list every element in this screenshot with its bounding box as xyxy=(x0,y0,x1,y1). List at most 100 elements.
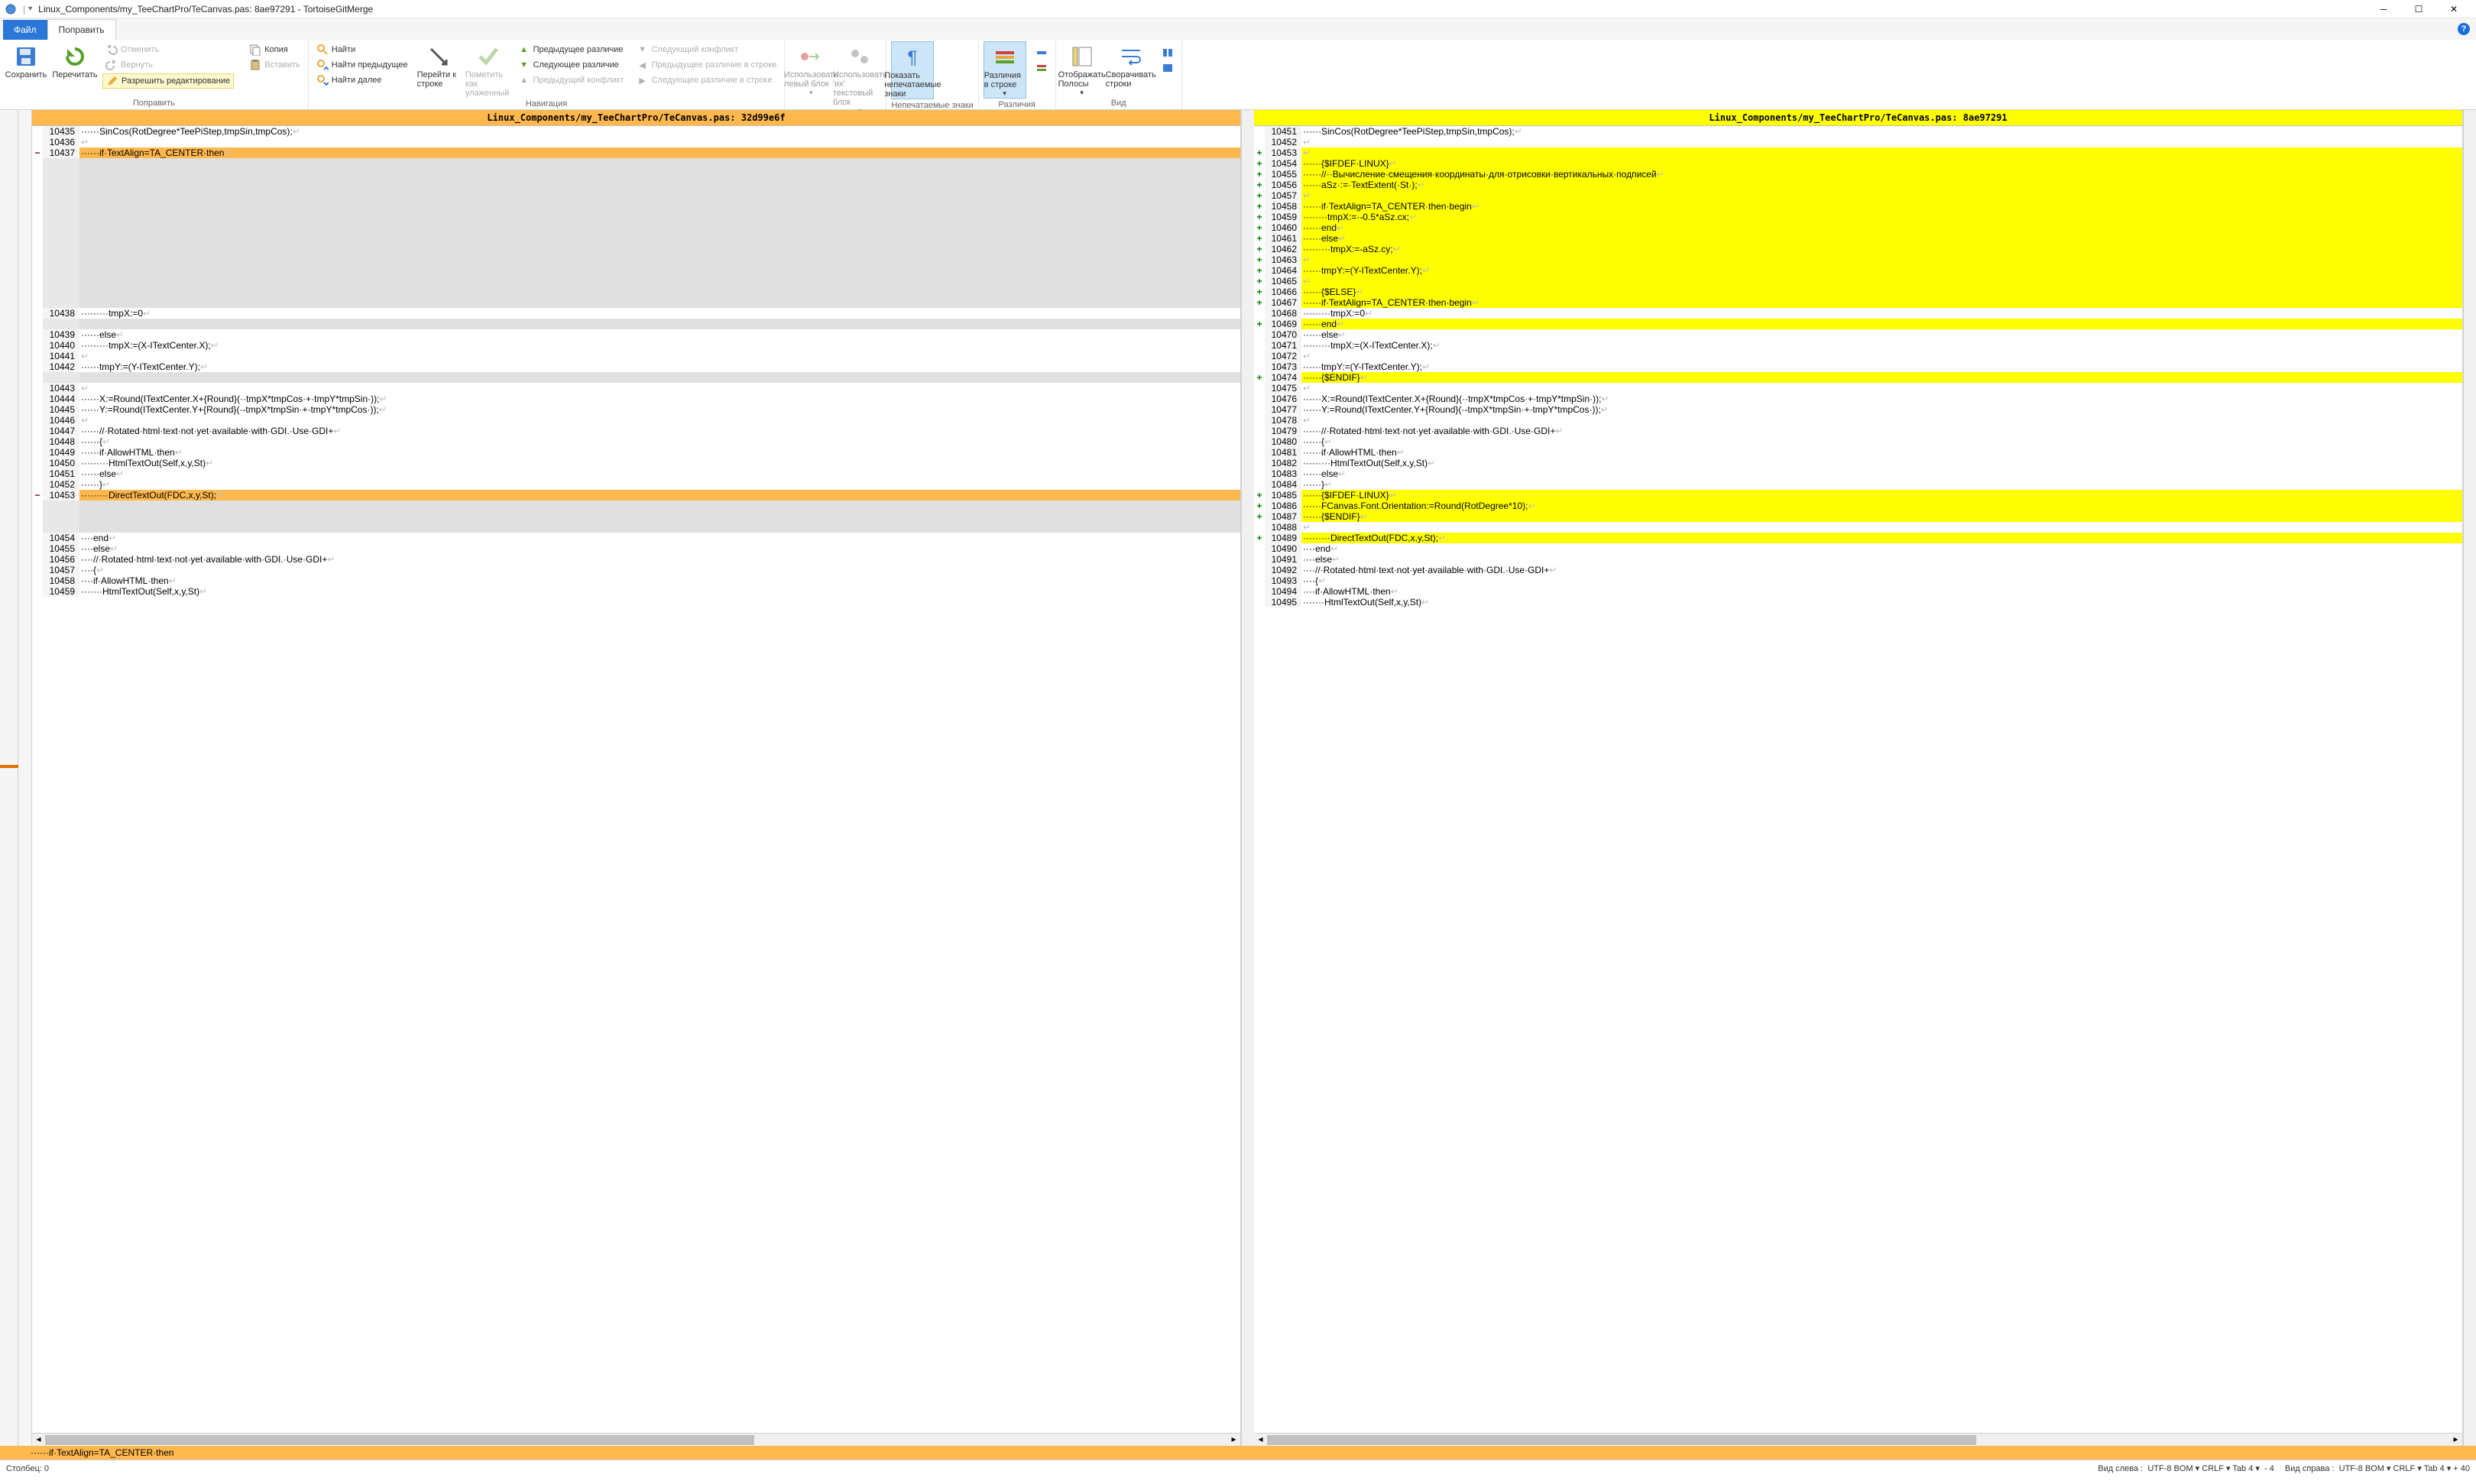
code-row[interactable]: 10484······}↵ xyxy=(1254,479,2462,490)
view-opt2-button[interactable] xyxy=(1159,61,1177,75)
code-row[interactable] xyxy=(32,297,1240,308)
show-whitespace-button[interactable]: ¶Показать непечатаемые знаки xyxy=(891,41,934,99)
code-row[interactable] xyxy=(32,222,1240,233)
code-row[interactable]: 10450·········HtmlTextOut(Self,x,y,St)↵ xyxy=(32,458,1240,468)
reload-button[interactable]: Перечитать xyxy=(53,41,96,79)
prev-inline-diff-button[interactable]: ◀Предыдущее различие в строке xyxy=(634,58,780,72)
next-conflict-button[interactable]: ▼Следующий конфликт xyxy=(634,43,780,57)
code-row[interactable]: 10483······else↵ xyxy=(1254,468,2462,479)
use-their-block-button[interactable]: Использовать 'их' текстовый блок▾ xyxy=(838,41,881,115)
code-row[interactable]: −10437······if·TextAlign=TA_CENTER·then↵ xyxy=(32,147,1240,158)
diff-opt2-button[interactable] xyxy=(1032,61,1051,75)
undo-button[interactable]: Отменить xyxy=(102,43,234,57)
next-inline-diff-button[interactable]: ▶Следующее различие в строке xyxy=(634,73,780,87)
code-row[interactable]: 10478↵ xyxy=(1254,415,2462,426)
code-row[interactable]: 10481······if·AllowHTML·then↵ xyxy=(1254,447,2462,458)
code-row[interactable] xyxy=(32,201,1240,212)
code-row[interactable] xyxy=(32,254,1240,265)
goto-line-button[interactable]: Перейти к строке xyxy=(417,41,460,89)
minimize-button[interactable]: ─ xyxy=(2366,0,2401,18)
code-row[interactable] xyxy=(32,169,1240,180)
code-row[interactable]: +10454······{$IFDEF·LINUX}↵ xyxy=(1254,158,2462,169)
code-row[interactable]: 10495·······HtmlTextOut(Self,x,y,St)↵ xyxy=(1254,597,2462,608)
paste-button[interactable]: Вставить xyxy=(246,58,303,72)
code-row[interactable] xyxy=(32,501,1240,511)
code-row[interactable]: 10435······SinCos(RotDegree*TeePiStep,tm… xyxy=(32,126,1240,137)
code-row[interactable]: +10465↵ xyxy=(1254,276,2462,287)
code-row[interactable]: +10486······FCanvas.Font.Orientation:=Ro… xyxy=(1254,501,2462,511)
code-row[interactable]: +10464······tmpY:=(Y-ITextCenter.Y);↵ xyxy=(1254,265,2462,276)
code-row[interactable]: 10443↵ xyxy=(32,383,1240,394)
code-row[interactable]: 10477······Y:=Round(ITextCenter.Y+{Round… xyxy=(1254,404,2462,415)
code-row[interactable] xyxy=(32,511,1240,522)
code-row[interactable] xyxy=(32,372,1240,383)
code-row[interactable]: 10456····//·Rotated·html·text·not·yet·av… xyxy=(32,554,1240,565)
code-row[interactable]: 10451······SinCos(RotDegree*TeePiStep,tm… xyxy=(1254,126,2462,137)
code-row[interactable]: 10475↵ xyxy=(1254,383,2462,394)
code-row[interactable]: 10470······else↵ xyxy=(1254,329,2462,340)
code-row[interactable]: +10487······{$ENDIF}↵ xyxy=(1254,511,2462,522)
code-row[interactable]: +10456······aSz·:=·TextExtent(·St·);↵ xyxy=(1254,180,2462,190)
code-row[interactable]: 10442······tmpY:=(Y-ITextCenter.Y);↵ xyxy=(32,361,1240,372)
code-row[interactable]: 10447······//·Rotated·html·text·not·yet·… xyxy=(32,426,1240,436)
find-button[interactable]: Найти xyxy=(313,43,411,57)
code-row[interactable]: +10458······if·TextAlign=TA_CENTER·then·… xyxy=(1254,201,2462,212)
code-row[interactable]: 10490····end↵ xyxy=(1254,543,2462,554)
code-row[interactable]: 10493····{↵ xyxy=(1254,575,2462,586)
code-row[interactable]: 10491····else↵ xyxy=(1254,554,2462,565)
prev-diff-button[interactable]: ▲Предыдущее различие xyxy=(515,43,627,57)
code-row[interactable]: 10444······X:=Round(ITextCenter.X+{Round… xyxy=(32,394,1240,404)
code-row[interactable]: 10459·······HtmlTextOut(Self,x,y,St)↵ xyxy=(32,586,1240,597)
code-row[interactable]: +10459········tmpX:=·-0.5*aSz.cx;↵ xyxy=(1254,212,2462,222)
mid-vscroll[interactable] xyxy=(1241,110,1254,1446)
code-row[interactable] xyxy=(32,276,1240,287)
code-row[interactable]: +10489·········DirectTextOut(FDC,x,y,St)… xyxy=(1254,533,2462,543)
code-row[interactable]: 10449······if·AllowHTML·then↵ xyxy=(32,447,1240,458)
redo-button[interactable]: Вернуть xyxy=(102,58,234,72)
code-row[interactable]: 10455····else↵ xyxy=(32,543,1240,554)
right-vscroll[interactable] xyxy=(2463,110,2476,1446)
wrap-lines-button[interactable]: Сворачивать строки xyxy=(1110,41,1152,89)
find-next-button[interactable]: Найти далее xyxy=(313,73,411,87)
code-row[interactable]: 10451······else↵ xyxy=(32,468,1240,479)
code-row[interactable]: 10440·········tmpX:=(X-ITextCenter.X);↵ xyxy=(32,340,1240,351)
prev-conflict-button[interactable]: ▲Предыдущий конфликт xyxy=(515,73,627,87)
show-bars-button[interactable]: Отображать Полосы▾ xyxy=(1061,41,1104,97)
close-button[interactable]: ✕ xyxy=(2436,0,2471,18)
code-row[interactable] xyxy=(32,244,1240,254)
code-row[interactable]: +10467······if·TextAlign=TA_CENTER·then·… xyxy=(1254,297,2462,308)
code-row[interactable]: −10453·········DirectTextOut(FDC,x,y,St)… xyxy=(32,490,1240,501)
code-row[interactable]: +10453↵ xyxy=(1254,147,2462,158)
code-row[interactable]: 10473······tmpY:=(Y-ITextCenter.Y);↵ xyxy=(1254,361,2462,372)
code-row[interactable]: 10439······else↵ xyxy=(32,329,1240,340)
code-row[interactable] xyxy=(32,233,1240,244)
code-row[interactable]: 10454····end↵ xyxy=(32,533,1240,543)
inline-diff-button[interactable]: Различия в строке▾ xyxy=(984,41,1026,99)
code-row[interactable] xyxy=(32,522,1240,533)
code-row[interactable]: 10457····{↵ xyxy=(32,565,1240,575)
code-row[interactable]: 10446↵ xyxy=(32,415,1240,426)
enable-edit-button[interactable]: Разрешить редактирование xyxy=(102,73,234,89)
code-row[interactable]: 10471·········tmpX:=(X-ITextCenter.X);↵ xyxy=(1254,340,2462,351)
code-row[interactable]: 10448······{↵ xyxy=(32,436,1240,447)
left-code[interactable]: 10435······SinCos(RotDegree*TeePiStep,tm… xyxy=(32,126,1240,1433)
code-row[interactable]: 10479······//·Rotated·html·text·not·yet·… xyxy=(1254,426,2462,436)
code-row[interactable]: 10468·········tmpX:=0↵ xyxy=(1254,308,2462,319)
left-hscroll[interactable]: ◂▸ xyxy=(32,1433,1240,1446)
view-opt1-button[interactable] xyxy=(1159,46,1177,60)
code-row[interactable]: +10455······//··Вычисление·смещения·коор… xyxy=(1254,169,2462,180)
code-row[interactable]: 10492····//·Rotated·html·text·not·yet·av… xyxy=(1254,565,2462,575)
code-row[interactable]: +10474······{$ENDIF}↵ xyxy=(1254,372,2462,383)
find-prev-button[interactable]: Найти предыдущее xyxy=(313,58,411,72)
code-row[interactable]: 10494····if·AllowHTML·then↵ xyxy=(1254,586,2462,597)
code-row[interactable]: 10472↵ xyxy=(1254,351,2462,361)
code-row[interactable]: +10466······{$ELSE}↵ xyxy=(1254,287,2462,297)
code-row[interactable]: 10438·········tmpX:=0↵ xyxy=(32,308,1240,319)
copy-button[interactable]: Копия xyxy=(246,43,303,57)
code-row[interactable]: 10488↵ xyxy=(1254,522,2462,533)
diff-opt1-button[interactable] xyxy=(1032,46,1051,60)
maximize-button[interactable]: ☐ xyxy=(2401,0,2436,18)
code-row[interactable]: +10463↵ xyxy=(1254,254,2462,265)
save-button[interactable]: Сохранить xyxy=(5,41,47,79)
code-row[interactable] xyxy=(32,265,1240,276)
